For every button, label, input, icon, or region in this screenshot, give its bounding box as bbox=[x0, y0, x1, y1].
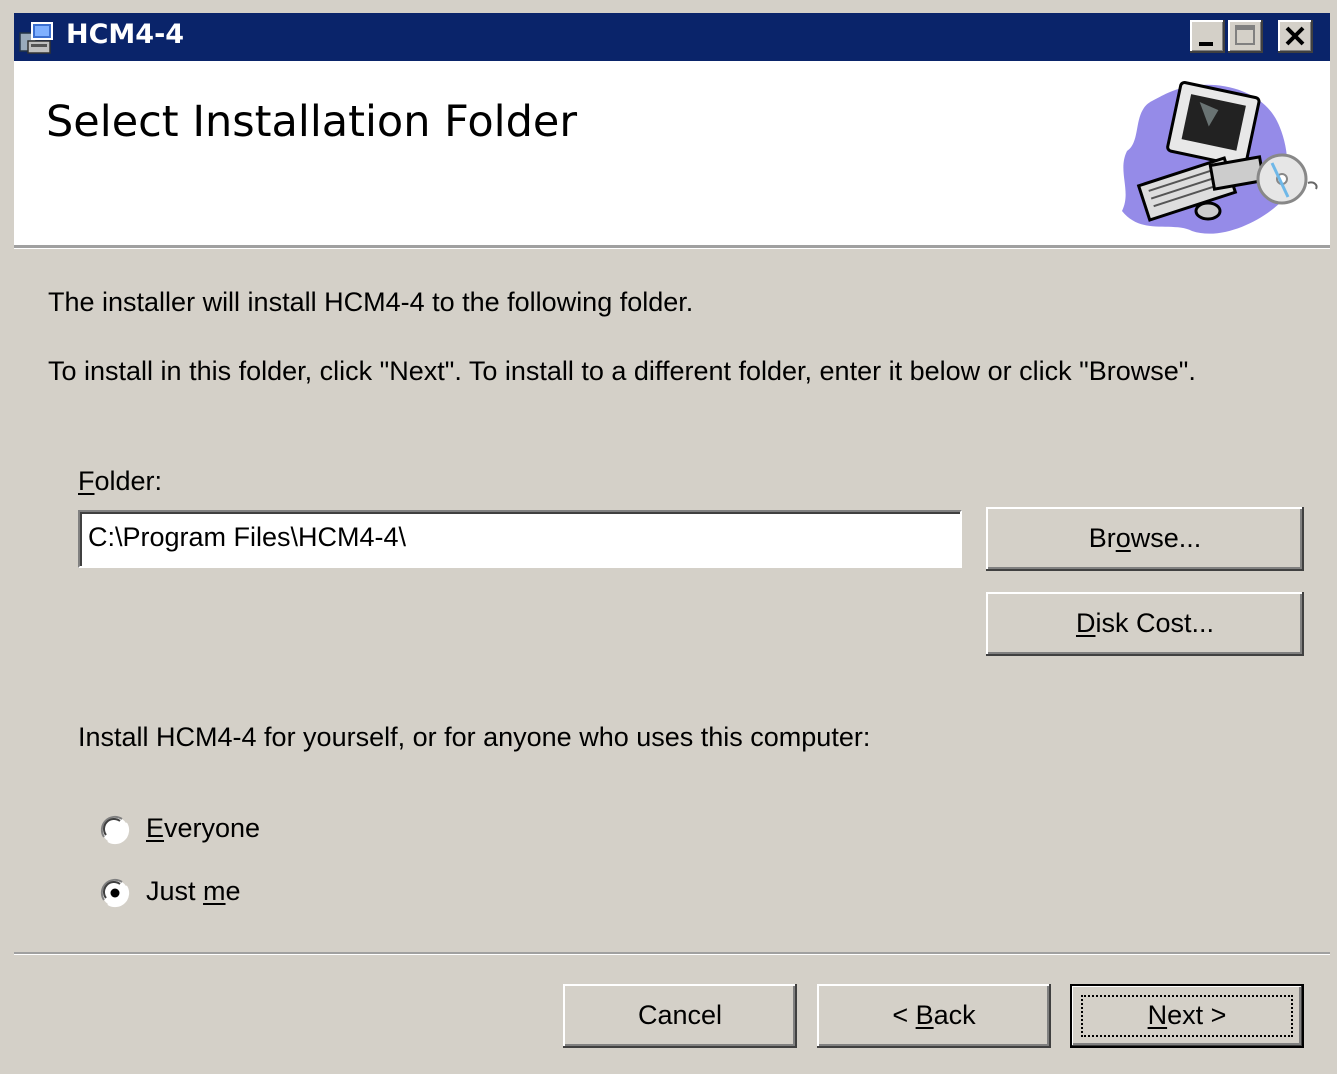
header-divider bbox=[14, 245, 1330, 249]
back-label-post: ack bbox=[933, 1000, 976, 1030]
close-icon bbox=[1285, 26, 1305, 46]
install-scope-prompt: Install HCM4-4 for yourself, or for anyo… bbox=[78, 722, 871, 752]
browse-label-mnemonic: o bbox=[1115, 523, 1131, 553]
disk-cost-label-mnemonic: D bbox=[1075, 608, 1096, 638]
maximize-button[interactable] bbox=[1228, 20, 1263, 53]
close-button[interactable] bbox=[1278, 20, 1313, 53]
radio-everyone-label: Everyone bbox=[146, 813, 260, 844]
window-title: HCM4-4 bbox=[66, 19, 185, 50]
next-label-post: ext > bbox=[1167, 1000, 1227, 1030]
header-banner: Select Installation Folder bbox=[14, 61, 1330, 245]
intro-text-line2: To install in this folder, click "Next".… bbox=[48, 356, 1196, 386]
radio-just-me-pre: Just bbox=[146, 876, 204, 906]
next-button[interactable]: Next > bbox=[1070, 984, 1304, 1048]
next-label: Next > bbox=[1148, 1000, 1227, 1030]
cancel-button[interactable]: Cancel bbox=[563, 984, 797, 1048]
browse-button[interactable]: Browse... bbox=[986, 507, 1304, 571]
radio-everyone-rest: veryone bbox=[164, 813, 261, 843]
computer-with-cd-icon bbox=[1122, 81, 1318, 234]
disk-cost-button[interactable]: Disk Cost... bbox=[986, 592, 1304, 656]
footer-divider bbox=[14, 952, 1330, 955]
folder-label-rest: older: bbox=[94, 466, 163, 496]
radio-checked-icon[interactable] bbox=[100, 878, 130, 908]
radio-just-me-label: Just me bbox=[146, 876, 241, 907]
page-title: Select Installation Folder bbox=[46, 97, 578, 147]
folder-label-mnemonic: F bbox=[78, 466, 95, 496]
back-label-mnemonic: B bbox=[915, 1000, 934, 1030]
browse-label-post: wse... bbox=[1130, 523, 1202, 553]
back-button[interactable]: < Back bbox=[817, 984, 1051, 1048]
minimize-icon bbox=[1199, 42, 1213, 46]
folder-label: Folder: bbox=[78, 466, 162, 497]
back-label-pre: < bbox=[892, 1000, 916, 1030]
intro-text-line1: The installer will install HCM4-4 to the… bbox=[48, 287, 694, 317]
radio-just-me-post: e bbox=[225, 876, 241, 906]
title-bar[interactable]: HCM4-4 bbox=[14, 13, 1330, 61]
next-label-mnemonic: N bbox=[1147, 1000, 1168, 1030]
radio-unchecked-icon[interactable] bbox=[100, 815, 130, 845]
radio-everyone-mnemonic: E bbox=[146, 813, 165, 843]
installer-icon bbox=[19, 22, 53, 54]
disk-cost-label-post: isk Cost... bbox=[1095, 608, 1215, 638]
maximize-icon bbox=[1235, 25, 1255, 45]
radio-just-me-mnemonic: m bbox=[203, 876, 226, 906]
browse-label-pre: Br bbox=[1088, 523, 1116, 553]
minimize-button[interactable] bbox=[1190, 20, 1225, 53]
folder-path-input[interactable]: C:\Program Files\HCM4-4\ bbox=[78, 510, 962, 568]
